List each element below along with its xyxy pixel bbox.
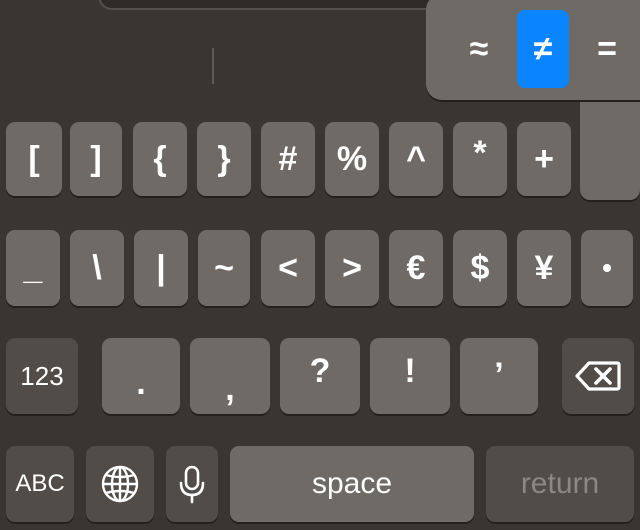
- dictation-key[interactable]: [166, 446, 218, 522]
- key-hash[interactable]: #: [261, 122, 315, 196]
- key-right-bracket[interactable]: ]: [70, 122, 122, 196]
- key-underscore[interactable]: _: [6, 230, 60, 306]
- abc-mode-key[interactable]: ABC: [6, 446, 74, 522]
- delete-left-icon: [575, 360, 621, 392]
- microphone-icon: [178, 464, 206, 504]
- key-less-than[interactable]: <: [261, 230, 315, 306]
- key-euro[interactable]: €: [389, 230, 443, 306]
- key-plus[interactable]: +: [517, 122, 571, 196]
- key-greater-than[interactable]: >: [325, 230, 379, 306]
- numbers-mode-key[interactable]: 123: [6, 338, 78, 414]
- globe-key[interactable]: [86, 446, 154, 522]
- key-left-brace[interactable]: {: [133, 122, 187, 196]
- key-comma[interactable]: ,: [190, 338, 270, 414]
- delete-key[interactable]: [562, 338, 634, 414]
- text-cursor: [212, 48, 214, 84]
- key-pipe[interactable]: |: [134, 230, 188, 306]
- space-key[interactable]: space: [230, 446, 474, 522]
- key-period[interactable]: .: [102, 338, 180, 414]
- return-key[interactable]: return: [486, 446, 634, 522]
- key-caret[interactable]: ^: [389, 122, 443, 196]
- text-field-bottom-edge: [98, 0, 438, 10]
- key-question[interactable]: ?: [280, 338, 360, 414]
- popup-not-equal[interactable]: ≠: [517, 10, 569, 88]
- key-percent[interactable]: %: [325, 122, 379, 196]
- key-asterisk[interactable]: *: [453, 122, 507, 196]
- key-dollar[interactable]: $: [453, 230, 507, 306]
- key-bullet[interactable]: •: [581, 230, 633, 306]
- key-backslash[interactable]: \: [70, 230, 124, 306]
- globe-icon: [100, 464, 140, 504]
- popup-approx-equal[interactable]: ≈: [453, 10, 505, 88]
- key-yen[interactable]: ¥: [517, 230, 571, 306]
- popup-equal[interactable]: =: [581, 10, 633, 88]
- key-right-brace[interactable]: }: [197, 122, 251, 196]
- key-tilde[interactable]: ~: [198, 230, 250, 306]
- key-left-bracket[interactable]: [: [6, 122, 62, 196]
- key-apostrophe[interactable]: ’: [460, 338, 538, 414]
- key-exclamation[interactable]: !: [370, 338, 450, 414]
